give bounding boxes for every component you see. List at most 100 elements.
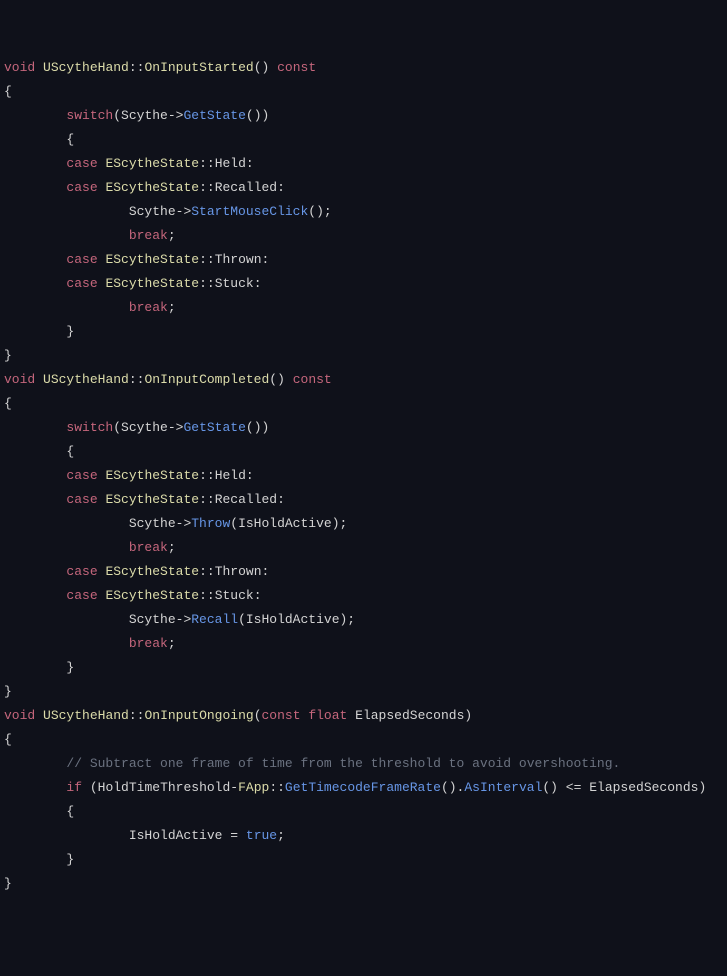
identifier: IsHoldActive — [238, 516, 332, 531]
enum-type: EScytheState — [105, 276, 199, 291]
keyword-float: float — [308, 708, 347, 723]
code-line: Scythe->StartMouseClick(); — [4, 204, 332, 219]
keyword-case: case — [66, 252, 97, 267]
code-line: case EScytheState::Held: — [4, 468, 254, 483]
identifier: IsHoldActive — [246, 612, 340, 627]
keyword-case: case — [66, 564, 97, 579]
keyword-case: case — [66, 492, 97, 507]
keyword-const: const — [262, 708, 301, 723]
enum-value: Held — [215, 156, 246, 171]
code-line: } — [4, 684, 12, 699]
keyword-switch: switch — [66, 108, 113, 123]
keyword-case: case — [66, 180, 97, 195]
method-name: OnInputCompleted — [144, 372, 269, 387]
enum-value: Thrown — [215, 564, 262, 579]
code-line: } — [4, 348, 12, 363]
identifier: Scythe — [121, 108, 168, 123]
code-line: { — [4, 804, 74, 819]
keyword-case: case — [66, 468, 97, 483]
keyword-if: if — [66, 780, 82, 795]
enum-value: Stuck — [215, 588, 254, 603]
enum-value: Recalled — [215, 180, 277, 195]
method-call: AsInterval — [464, 780, 542, 795]
enum-type: EScytheState — [105, 492, 199, 507]
identifier: Scythe — [121, 420, 168, 435]
class-name: UScytheHand — [43, 60, 129, 75]
method-call: StartMouseClick — [191, 204, 308, 219]
keyword-case: case — [66, 276, 97, 291]
code-line: // Subtract one frame of time from the t… — [4, 756, 620, 771]
code-line: case EScytheState::Stuck: — [4, 276, 262, 291]
enum-type: EScytheState — [105, 180, 199, 195]
code-line: case EScytheState::Recalled: — [4, 180, 285, 195]
code-line: { — [4, 732, 12, 747]
boolean-literal: true — [246, 828, 277, 843]
code-line: case EScytheState::Recalled: — [4, 492, 285, 507]
code-line: switch(Scythe->GetState()) — [4, 420, 269, 435]
code-line: case EScytheState::Stuck: — [4, 588, 262, 603]
class-name: UScytheHand — [43, 708, 129, 723]
code-line: void UScytheHand::OnInputOngoing(const f… — [4, 708, 472, 723]
code-line: if (HoldTimeThreshold-FApp::GetTimecodeF… — [4, 780, 706, 795]
code-line: void UScytheHand::OnInputStarted() const — [4, 60, 316, 75]
identifier: ElapsedSeconds — [589, 780, 698, 795]
enum-type: EScytheState — [105, 468, 199, 483]
identifier: IsHoldActive — [129, 828, 223, 843]
code-line: Scythe->Recall(IsHoldActive); — [4, 612, 355, 627]
code-line: { — [4, 396, 12, 411]
method-call: Recall — [191, 612, 238, 627]
code-line: } — [4, 876, 12, 891]
keyword-void: void — [4, 372, 35, 387]
keyword-void: void — [4, 708, 35, 723]
keyword-case: case — [66, 588, 97, 603]
method-call: GetState — [183, 108, 245, 123]
identifier: Scythe — [129, 516, 176, 531]
keyword-break: break — [129, 540, 168, 555]
enum-type: EScytheState — [105, 564, 199, 579]
code-line: break; — [4, 540, 176, 555]
identifier: Scythe — [129, 612, 176, 627]
code-line: void UScytheHand::OnInputCompleted() con… — [4, 372, 332, 387]
code-line: Scythe->Throw(IsHoldActive); — [4, 516, 347, 531]
keyword-case: case — [66, 156, 97, 171]
method-call: GetTimecodeFrameRate — [285, 780, 441, 795]
code-line: { — [4, 444, 74, 459]
code-line: break; — [4, 636, 176, 651]
keyword-switch: switch — [66, 420, 113, 435]
code-line: IsHoldActive = true; — [4, 828, 285, 843]
keyword-break: break — [129, 228, 168, 243]
code-line: { — [4, 132, 74, 147]
class-name: UScytheHand — [43, 372, 129, 387]
code-line: } — [4, 660, 74, 675]
keyword-break: break — [129, 300, 168, 315]
keyword-const: const — [277, 60, 316, 75]
method-name: OnInputStarted — [144, 60, 253, 75]
keyword-void: void — [4, 60, 35, 75]
code-line: break; — [4, 228, 176, 243]
method-call: GetState — [183, 420, 245, 435]
enum-type: EScytheState — [105, 588, 199, 603]
enum-type: EScytheState — [105, 252, 199, 267]
code-line: } — [4, 324, 74, 339]
code-line: } — [4, 852, 74, 867]
enum-type: EScytheState — [105, 156, 199, 171]
identifier: Scythe — [129, 204, 176, 219]
enum-value: Thrown — [215, 252, 262, 267]
param-name: ElapsedSeconds — [355, 708, 464, 723]
method-call: Throw — [191, 516, 230, 531]
code-line: { — [4, 84, 12, 99]
code-line: case EScytheState::Thrown: — [4, 252, 269, 267]
identifier: HoldTimeThreshold — [98, 780, 231, 795]
enum-value: Recalled — [215, 492, 277, 507]
code-editor: void UScytheHand::OnInputStarted() const… — [4, 56, 723, 896]
code-line: switch(Scythe->GetState()) — [4, 108, 269, 123]
keyword-break: break — [129, 636, 168, 651]
code-line: break; — [4, 300, 176, 315]
enum-value: Held — [215, 468, 246, 483]
enum-value: Stuck — [215, 276, 254, 291]
code-line: case EScytheState::Held: — [4, 156, 254, 171]
method-name: OnInputOngoing — [144, 708, 253, 723]
code-line: case EScytheState::Thrown: — [4, 564, 269, 579]
class-name: FApp — [238, 780, 269, 795]
comment: // Subtract one frame of time from the t… — [66, 756, 620, 771]
